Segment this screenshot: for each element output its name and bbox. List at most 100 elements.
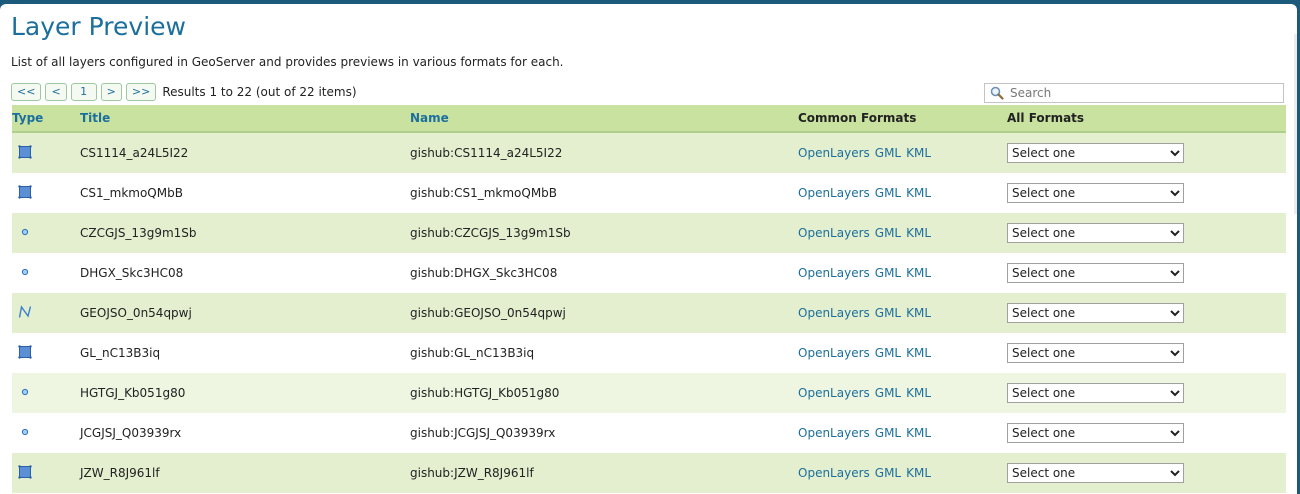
openlayers-link[interactable]: OpenLayers <box>798 226 870 240</box>
common-formats-cell: OpenLayers GML KML <box>798 173 1007 213</box>
all-formats-cell: Select one <box>1007 253 1286 293</box>
all-formats-select[interactable]: Select one <box>1007 343 1184 363</box>
kml-link[interactable]: KML <box>906 306 931 320</box>
last-page-button[interactable]: >> <box>125 83 157 101</box>
search-box[interactable] <box>984 83 1284 103</box>
all-formats-select[interactable]: Select one <box>1007 423 1184 443</box>
kml-link[interactable]: KML <box>906 266 931 280</box>
gml-link[interactable]: GML <box>875 386 901 400</box>
gml-link[interactable]: GML <box>875 306 901 320</box>
kml-link[interactable]: KML <box>906 186 931 200</box>
openlayers-link[interactable]: OpenLayers <box>798 386 870 400</box>
type-cell <box>12 132 80 173</box>
all-formats-select[interactable]: Select one <box>1007 303 1184 323</box>
all-formats-select[interactable]: Select one <box>1007 263 1184 283</box>
layer-name: gishub:HGTGJ_Kb051g80 <box>410 373 798 413</box>
all-formats-cell: Select one <box>1007 373 1286 413</box>
kml-link[interactable]: KML <box>906 386 931 400</box>
column-header-type[interactable]: Type <box>12 105 80 133</box>
next-page-button[interactable]: > <box>100 83 122 101</box>
all-formats-select[interactable]: Select one <box>1007 183 1184 203</box>
gml-link[interactable]: GML <box>875 186 901 200</box>
column-header-name[interactable]: Name <box>410 105 798 133</box>
layer-title: DHGX_Skc3HC08 <box>80 253 410 293</box>
common-formats-cell: OpenLayers GML KML <box>798 213 1007 253</box>
all-formats-cell: Select one <box>1007 173 1286 213</box>
gml-link[interactable]: GML <box>875 466 901 480</box>
all-formats-cell: Select one <box>1007 213 1286 253</box>
point-layer-icon <box>18 228 32 242</box>
layer-title: JCGJSJ_Q03939rx <box>80 413 410 453</box>
openlayers-link[interactable]: OpenLayers <box>798 426 870 440</box>
type-cell <box>12 453 80 493</box>
polygon-layer-icon <box>18 144 32 162</box>
common-formats-cell: OpenLayers GML KML <box>798 333 1007 373</box>
layer-name: gishub:DHGX_Skc3HC08 <box>410 253 798 293</box>
table-row: GEOJSO_0n54qpwj gishub:GEOJSO_0n54qpwj Ope… <box>12 293 1286 333</box>
common-formats-cell: OpenLayers GML KML <box>798 293 1007 333</box>
table-row: JCGJSJ_Q03939rx gishub:JCGJSJ_Q03939rx Ope… <box>12 413 1286 453</box>
openlayers-link[interactable]: OpenLayers <box>798 266 870 280</box>
all-formats-select[interactable]: Select one <box>1007 463 1184 483</box>
table-header-row: Type Title Name Common Formats All Forma… <box>12 105 1286 133</box>
page-1-button[interactable]: 1 <box>70 83 97 101</box>
column-header-all-formats: All Formats <box>1007 105 1286 133</box>
gml-link[interactable]: GML <box>875 146 901 160</box>
type-cell <box>12 293 80 333</box>
layer-name: gishub:JCGJSJ_Q03939rx <box>410 413 798 453</box>
all-formats-cell: Select one <box>1007 333 1286 373</box>
magnifier-icon <box>990 86 1004 100</box>
openlayers-link[interactable]: OpenLayers <box>798 146 870 160</box>
layer-name: gishub:CZCGJS_13g9m1Sb <box>410 213 798 253</box>
polygon-layer-icon <box>18 184 32 202</box>
openlayers-link[interactable]: OpenLayers <box>798 306 870 320</box>
common-formats-cell: OpenLayers GML KML <box>798 253 1007 293</box>
common-formats-cell: OpenLayers GML KML <box>798 453 1007 493</box>
layer-name: gishub:CS1114_a24L5I22 <box>410 132 798 173</box>
all-formats-select[interactable]: Select one <box>1007 383 1184 403</box>
kml-link[interactable]: KML <box>906 346 931 360</box>
layer-title: GEOJSO_0n54qpwj <box>80 293 410 333</box>
point-layer-icon <box>18 268 32 282</box>
line-layer-icon <box>18 304 32 322</box>
type-cell <box>12 173 80 213</box>
kml-link[interactable]: KML <box>906 226 931 240</box>
all-formats-cell: Select one <box>1007 453 1286 493</box>
search-input[interactable] <box>1008 85 1272 101</box>
pagination: << < 1 > >> Results 1 to 22 (out of 22 i… <box>11 82 357 102</box>
layer-title: CS1114_a24L5I22 <box>80 132 410 173</box>
table-row: JZW_R8J961lf gishub:JZW_R8J961lf OpenLayer… <box>12 453 1286 493</box>
layer-title: JZW_R8J961lf <box>80 453 410 493</box>
point-layer-icon <box>18 388 32 402</box>
polygon-layer-icon <box>18 464 32 482</box>
column-header-title[interactable]: Title <box>80 105 410 133</box>
column-header-common-formats: Common Formats <box>798 105 1007 133</box>
layer-preview-panel: Layer Preview List of all layers configu… <box>0 4 1297 494</box>
common-formats-cell: OpenLayers GML KML <box>798 132 1007 173</box>
gml-link[interactable]: GML <box>875 426 901 440</box>
kml-link[interactable]: KML <box>906 466 931 480</box>
type-cell <box>12 213 80 253</box>
common-formats-cell: OpenLayers GML KML <box>798 413 1007 453</box>
page-description: List of all layers configured in GeoServ… <box>11 55 564 69</box>
openlayers-link[interactable]: OpenLayers <box>798 186 870 200</box>
kml-link[interactable]: KML <box>906 426 931 440</box>
common-formats-cell: OpenLayers GML KML <box>798 373 1007 413</box>
results-count: Results 1 to 22 (out of 22 items) <box>162 85 357 99</box>
openlayers-link[interactable]: OpenLayers <box>798 346 870 360</box>
openlayers-link[interactable]: OpenLayers <box>798 466 870 480</box>
vertical-scrollbar[interactable] <box>1294 34 1297 214</box>
all-formats-cell: Select one <box>1007 293 1286 333</box>
type-cell <box>12 333 80 373</box>
table-row: CS1114_a24L5I22 gishub:CS1114_a24L5I22 Ope… <box>12 132 1286 173</box>
table-row: CS1_mkmoQMbB gishub:CS1_mkmoQMbB OpenLayer… <box>12 173 1286 213</box>
first-page-button[interactable]: << <box>11 83 42 101</box>
table-row: HGTGJ_Kb051g80 gishub:HGTGJ_Kb051g80 OpenL… <box>12 373 1286 413</box>
gml-link[interactable]: GML <box>875 266 901 280</box>
all-formats-select[interactable]: Select one <box>1007 223 1184 243</box>
gml-link[interactable]: GML <box>875 226 901 240</box>
kml-link[interactable]: KML <box>906 146 931 160</box>
gml-link[interactable]: GML <box>875 346 901 360</box>
prev-page-button[interactable]: < <box>45 83 67 101</box>
all-formats-select[interactable]: Select one <box>1007 143 1184 163</box>
